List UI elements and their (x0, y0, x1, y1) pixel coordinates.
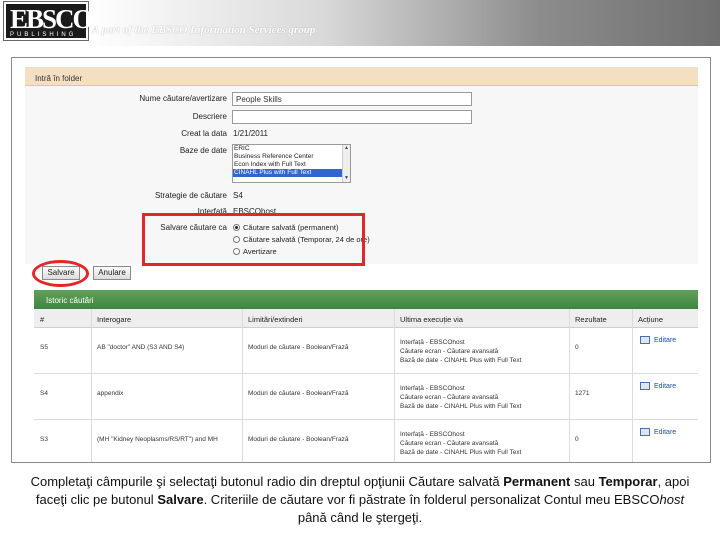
column-header: Limitări/extinderi (248, 315, 303, 324)
row-via-database: Bază de date - CINAHL Plus with Full Tex… (400, 357, 522, 364)
caption-text: . Criteriile de căutare vor fi păstrate … (203, 492, 660, 507)
caption-text: Completaţi câmpurile şi selectaţi butonu… (30, 474, 504, 489)
database-option[interactable]: ERIC (233, 145, 350, 153)
row-via-screen: Căutare ecran - Căutare avansată (400, 440, 499, 447)
name-row: Nume căutare/avertizare People Skills (25, 92, 698, 106)
row-via-database: Bază de date - CINAHL Plus with Full Tex… (400, 449, 522, 456)
databases-row: Baze de date ERIC Business Reference Cen… (25, 144, 698, 184)
instruction-caption: Completaţi câmpurile şi selectaţi butonu… (20, 473, 700, 527)
column-header: Interogare (97, 315, 132, 324)
caption-bold-save: Salvare (157, 492, 204, 507)
edit-icon[interactable] (640, 336, 650, 344)
column-header: # (40, 315, 45, 324)
row-results: 0 (575, 436, 579, 443)
search-history-header: Istoric căutări (34, 290, 698, 309)
ebsco-logo: EBSCO PUBLISHING (3, 1, 94, 41)
row-query: appendix (97, 390, 124, 397)
table-row: S5 AB "doctor" AND (S3 AND S4) Moduri de… (34, 328, 698, 374)
edit-icon[interactable] (640, 382, 650, 390)
row-via-database: Bază de date - CINAHL Plus with Full Tex… (400, 403, 522, 410)
row-limits: Moduri de căutare - Boolean/Frază (248, 436, 349, 443)
column-header: Ultima execuție via (400, 315, 463, 324)
database-option[interactable]: Econ Index with Full Text (233, 161, 350, 169)
database-option[interactable]: Business Reference Center (233, 153, 350, 161)
created-row: Creat la data 1/21/2011 (25, 127, 698, 141)
strategy-value: S4 (233, 191, 243, 200)
column-divider (569, 309, 570, 462)
edit-link[interactable]: Editare (654, 429, 676, 436)
caption-italic-host: host (659, 492, 685, 507)
name-field[interactable]: People Skills (232, 92, 472, 106)
row-results: 0 (575, 344, 579, 351)
row-number: S5 (40, 344, 48, 351)
column-header: Acțiune (638, 315, 664, 324)
column-header: Rezultate (575, 315, 607, 324)
caption-bold-temporary: Temporar (598, 474, 658, 489)
databases-listbox[interactable]: ERIC Business Reference Center Econ Inde… (232, 144, 351, 183)
created-label: Creat la data (181, 129, 227, 138)
column-divider (394, 309, 395, 462)
column-divider (242, 309, 243, 462)
column-divider (632, 309, 633, 462)
banner-tagline: A part of the EBSCO Information Services… (92, 24, 316, 36)
save-highlight-ellipse (32, 260, 89, 287)
radio-highlight-box (142, 213, 365, 266)
table-row: S3 (MH "Kidney Neoplasms/RS/RT") and MH … (34, 420, 698, 462)
row-via-screen: Căutare ecran - Căutare avansată (400, 394, 499, 401)
row-via-interface: Interfață - EBSCOhost (400, 431, 465, 438)
strategy-label: Strategie de căutare (154, 191, 227, 200)
caption-text: sau (570, 474, 599, 489)
strategy-row: Strategie de căutare S4 (25, 189, 698, 203)
scroll-up-icon[interactable]: ▲ (343, 145, 350, 152)
description-field[interactable] (232, 110, 472, 124)
table-header: # Interogare Limitări/extinderi Ultima e… (34, 309, 698, 328)
row-via-interface: Interfață - EBSCOhost (400, 339, 465, 346)
row-query: AB "doctor" AND (S3 AND S4) (97, 344, 185, 351)
header-banner: EBSCO PUBLISHING A part of the EBSCO Inf… (0, 0, 720, 46)
row-via-interface: Interfață - EBSCOhost (400, 385, 465, 392)
caption-text: până când le ştergeţi. (297, 510, 423, 525)
logo-sub-text: PUBLISHING (10, 32, 77, 38)
name-label: Nume căutare/avertizare (139, 94, 227, 103)
row-query: (MH "Kidney Neoplasms/RS/RT") and MH (97, 436, 218, 443)
caption-bold-permanent: Permanent (503, 474, 571, 489)
edit-link[interactable]: Editare (654, 337, 676, 344)
screenshot-frame: Intră în folder Nume căutare/avertizare … (11, 57, 711, 463)
database-option-selected[interactable]: CINAHL Plus with Full Text (233, 169, 350, 177)
column-divider (91, 309, 92, 462)
search-history-table: # Interogare Limitări/extinderi Ultima e… (34, 309, 698, 462)
row-number: S3 (40, 436, 48, 443)
description-row: Descriere (25, 110, 698, 124)
row-limits: Moduri de căutare - Boolean/Frază (248, 390, 349, 397)
cancel-button[interactable]: Anulare (93, 266, 131, 280)
edit-link[interactable]: Editare (654, 383, 676, 390)
listbox-scrollbar[interactable]: ▲ ▼ (342, 145, 350, 182)
row-via-screen: Căutare ecran - Căutare avansată (400, 348, 499, 355)
created-value: 1/21/2011 (233, 129, 268, 138)
row-limits: Moduri de căutare - Boolean/Frază (248, 344, 349, 351)
scroll-down-icon[interactable]: ▼ (343, 175, 350, 182)
panel-header: Intră în folder (25, 67, 698, 86)
edit-icon[interactable] (640, 428, 650, 436)
databases-label: Baze de date (179, 146, 227, 155)
table-row: S4 appendix Moduri de căutare - Boolean/… (34, 374, 698, 420)
row-results: 1271 (575, 390, 590, 397)
description-label: Descriere (192, 112, 227, 121)
row-number: S4 (40, 390, 48, 397)
logo-main-text: EBSCO (10, 4, 94, 34)
